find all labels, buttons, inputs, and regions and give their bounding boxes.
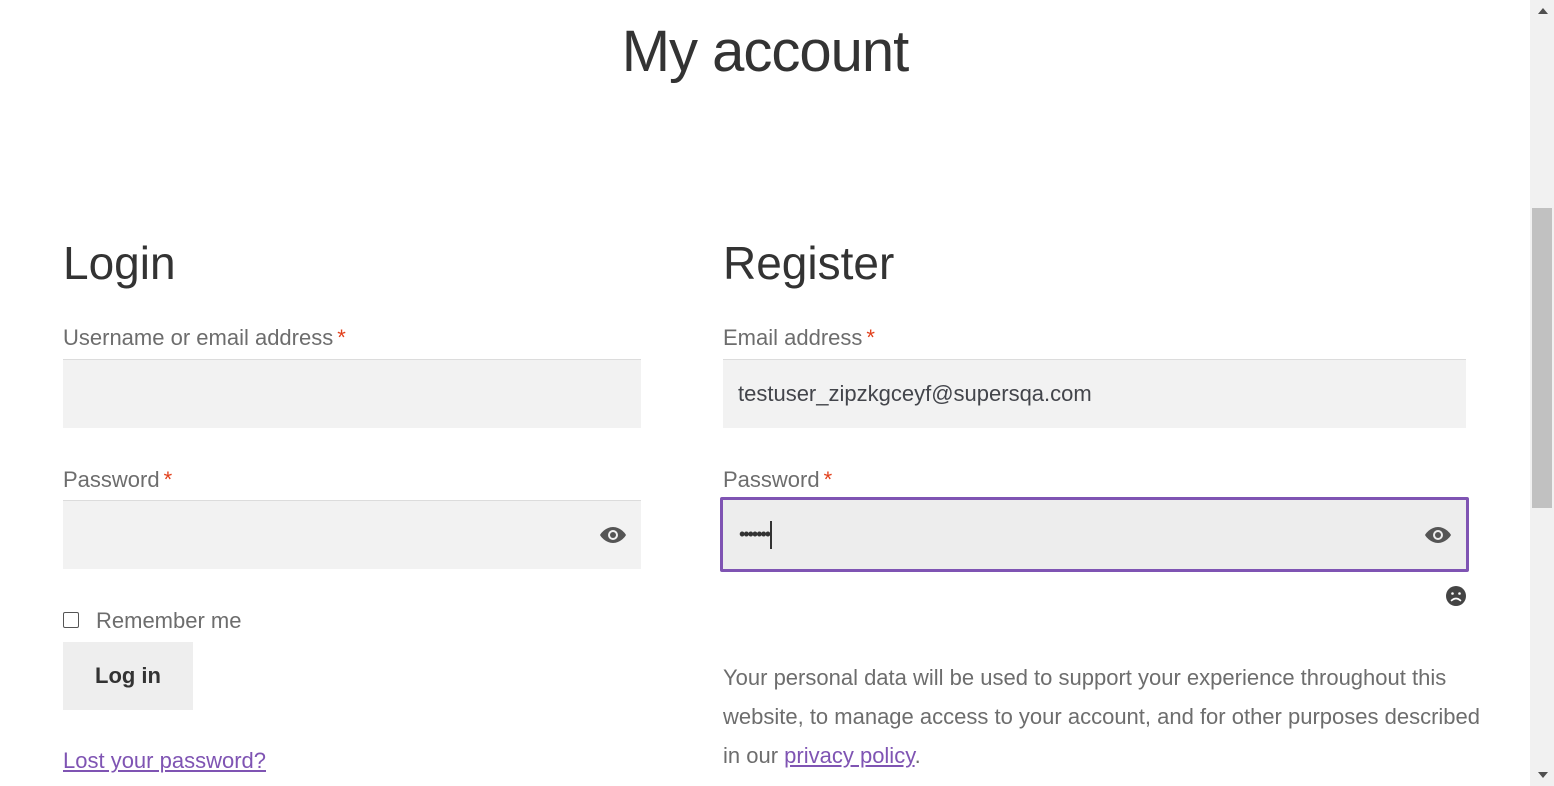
register-email-value: testuser_zipzkgceyf@supersqa.com	[738, 381, 1092, 406]
required-mark: *	[163, 467, 173, 492]
username-label: Username or email address *	[63, 325, 346, 351]
privacy-text-end: .	[914, 743, 921, 768]
privacy-policy-link[interactable]: privacy policy	[784, 743, 914, 768]
required-mark: *	[823, 467, 833, 492]
eye-icon[interactable]	[1424, 526, 1452, 544]
register-password-label-text: Password	[723, 467, 820, 492]
remember-me-label: Remember me	[96, 608, 242, 633]
register-password-label: Password *	[723, 467, 832, 493]
login-heading: Login	[63, 237, 176, 289]
page-title: My account	[621, 19, 910, 84]
required-mark: *	[337, 325, 346, 350]
register-password-value: •••••••	[739, 524, 771, 544]
eye-icon[interactable]	[599, 526, 627, 544]
scroll-thumb[interactable]	[1532, 208, 1552, 508]
login-password-label: Password *	[63, 467, 172, 493]
email-label-text: Email address	[723, 325, 863, 350]
remember-me-checkbox[interactable]	[63, 612, 79, 628]
register-email-input[interactable]: testuser_zipzkgceyf@supersqa.com	[723, 359, 1466, 428]
text-caret	[770, 520, 773, 549]
privacy-notice: Your personal data will be used to suppo…	[723, 658, 1483, 775]
scroll-down-arrow-icon[interactable]	[1538, 772, 1548, 778]
register-password-input[interactable]: •••••••	[720, 497, 1469, 572]
sad-face-icon	[1446, 586, 1466, 606]
login-password-label-text: Password	[63, 467, 160, 492]
login-button[interactable]: Log in	[63, 642, 193, 710]
required-mark: *	[866, 325, 875, 350]
vertical-scrollbar[interactable]	[1530, 0, 1554, 786]
scroll-up-arrow-icon[interactable]	[1538, 8, 1548, 14]
email-label: Email address *	[723, 325, 875, 351]
login-password-input[interactable]	[63, 500, 641, 569]
username-label-text: Username or email address	[63, 325, 334, 350]
lost-password-link[interactable]: Lost your password?	[63, 748, 266, 774]
register-heading: Register	[723, 237, 895, 289]
username-input[interactable]	[63, 359, 641, 428]
